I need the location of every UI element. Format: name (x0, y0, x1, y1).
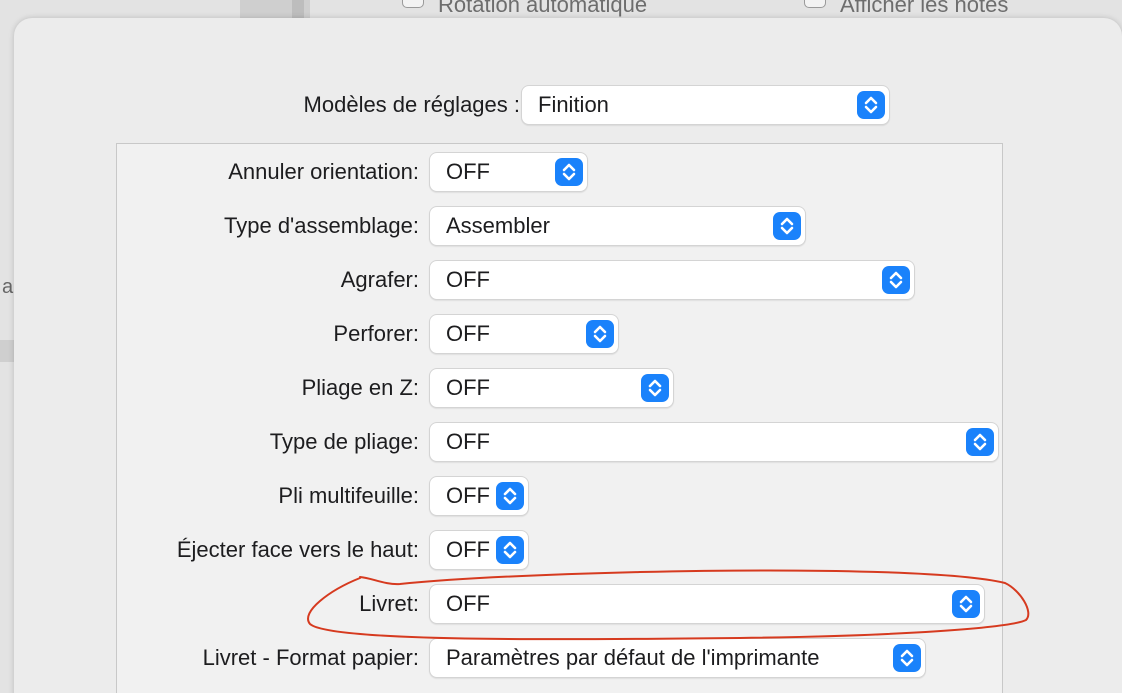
setting-label: Type d'assemblage: (224, 213, 419, 238)
chevron-up-down-icon (555, 158, 583, 186)
background-element (0, 340, 14, 362)
background-checkbox-checked[interactable] (402, 0, 424, 8)
chevron-up-down-icon (893, 644, 921, 672)
chevron-up-down-icon (496, 536, 524, 564)
type-assemblage-popup[interactable]: Assembler (429, 206, 806, 246)
agrafer-popup[interactable]: OFF (429, 260, 915, 300)
presets-label: Modèles de réglages : (303, 92, 520, 117)
type-de-pliage-popup[interactable]: OFF (429, 422, 999, 462)
setting-value: OFF (446, 537, 490, 562)
ejecter-face-popup[interactable]: OFF (429, 530, 529, 570)
setting-value: OFF (446, 321, 490, 346)
setting-row-type-de-pliage: Type de pliage: OFF (117, 421, 1004, 463)
setting-row-perforer: Perforer: OFF (117, 313, 1004, 355)
setting-label: Agrafer: (340, 267, 419, 292)
chevron-up-down-icon (496, 482, 524, 510)
setting-value: OFF (446, 591, 490, 616)
livret-format-papier-popup[interactable]: Paramètres par défaut de l'imprimante (429, 638, 926, 678)
setting-label: Annuler orientation: (228, 159, 419, 184)
annuler-orientation-popup[interactable]: OFF (429, 152, 588, 192)
setting-value: Paramètres par défaut de l'imprimante (446, 645, 820, 670)
chevron-up-down-icon (966, 428, 994, 456)
setting-label: Pliage en Z: (301, 375, 419, 400)
setting-value: OFF (446, 375, 490, 400)
background-option-label: Rotation automatique (438, 0, 648, 17)
setting-row-livret-format-papier: Livret - Format papier: Paramètres par d… (117, 637, 1004, 679)
background-option-label: Afficher les notes (840, 0, 1009, 17)
perforer-popup[interactable]: OFF (429, 314, 619, 354)
setting-label: Type de pliage: (269, 429, 419, 454)
pli-multifeuille-popup[interactable]: OFF (429, 476, 529, 516)
presets-value: Finition (538, 92, 609, 117)
pliage-en-z-popup[interactable]: OFF (429, 368, 674, 408)
chevron-up-down-icon (952, 590, 980, 618)
setting-row-annuler-orientation: Annuler orientation: OFF (117, 151, 1004, 193)
background-text-fragment: a (2, 276, 14, 298)
setting-value: OFF (446, 429, 490, 454)
background-toolbar-segment (292, 0, 304, 18)
finishing-settings-panel: Annuler orientation: OFF Type d'assembla… (116, 143, 1003, 693)
setting-row-pliage-en-z: Pliage en Z: OFF (117, 367, 1004, 409)
setting-row-pli-multifeuille: Pli multifeuille: OFF (117, 475, 1004, 517)
setting-value: Assembler (446, 213, 550, 238)
setting-label: Livret - Format papier: (202, 645, 419, 670)
chevron-up-down-icon (641, 374, 669, 402)
chevron-up-down-icon (857, 91, 885, 119)
background-checkbox[interactable] (804, 0, 826, 8)
setting-row-livret: Livret: OFF (117, 583, 1004, 625)
setting-label: Pli multifeuille: (278, 483, 419, 508)
setting-label: Perforer: (333, 321, 419, 346)
presets-popup[interactable]: Finition (521, 85, 890, 125)
chevron-up-down-icon (773, 212, 801, 240)
chevron-up-down-icon (882, 266, 910, 294)
setting-row-type-assemblage: Type d'assemblage: Assembler (117, 205, 1004, 247)
setting-label: Livret: (359, 591, 419, 616)
setting-value: OFF (446, 267, 490, 292)
setting-value: OFF (446, 159, 490, 184)
print-dialog-sheet: Modèles de réglages : Finition Annuler o… (14, 18, 1122, 693)
livret-popup[interactable]: OFF (429, 584, 985, 624)
setting-row-agrafer: Agrafer: OFF (117, 259, 1004, 301)
setting-row-ejecter-face-vers-le-haut: Éjecter face vers le haut: OFF (117, 529, 1004, 571)
setting-value: OFF (446, 483, 490, 508)
setting-label: Éjecter face vers le haut: (176, 537, 419, 562)
chevron-up-down-icon (586, 320, 614, 348)
presets-row: Modèles de réglages : Finition (14, 84, 1122, 126)
